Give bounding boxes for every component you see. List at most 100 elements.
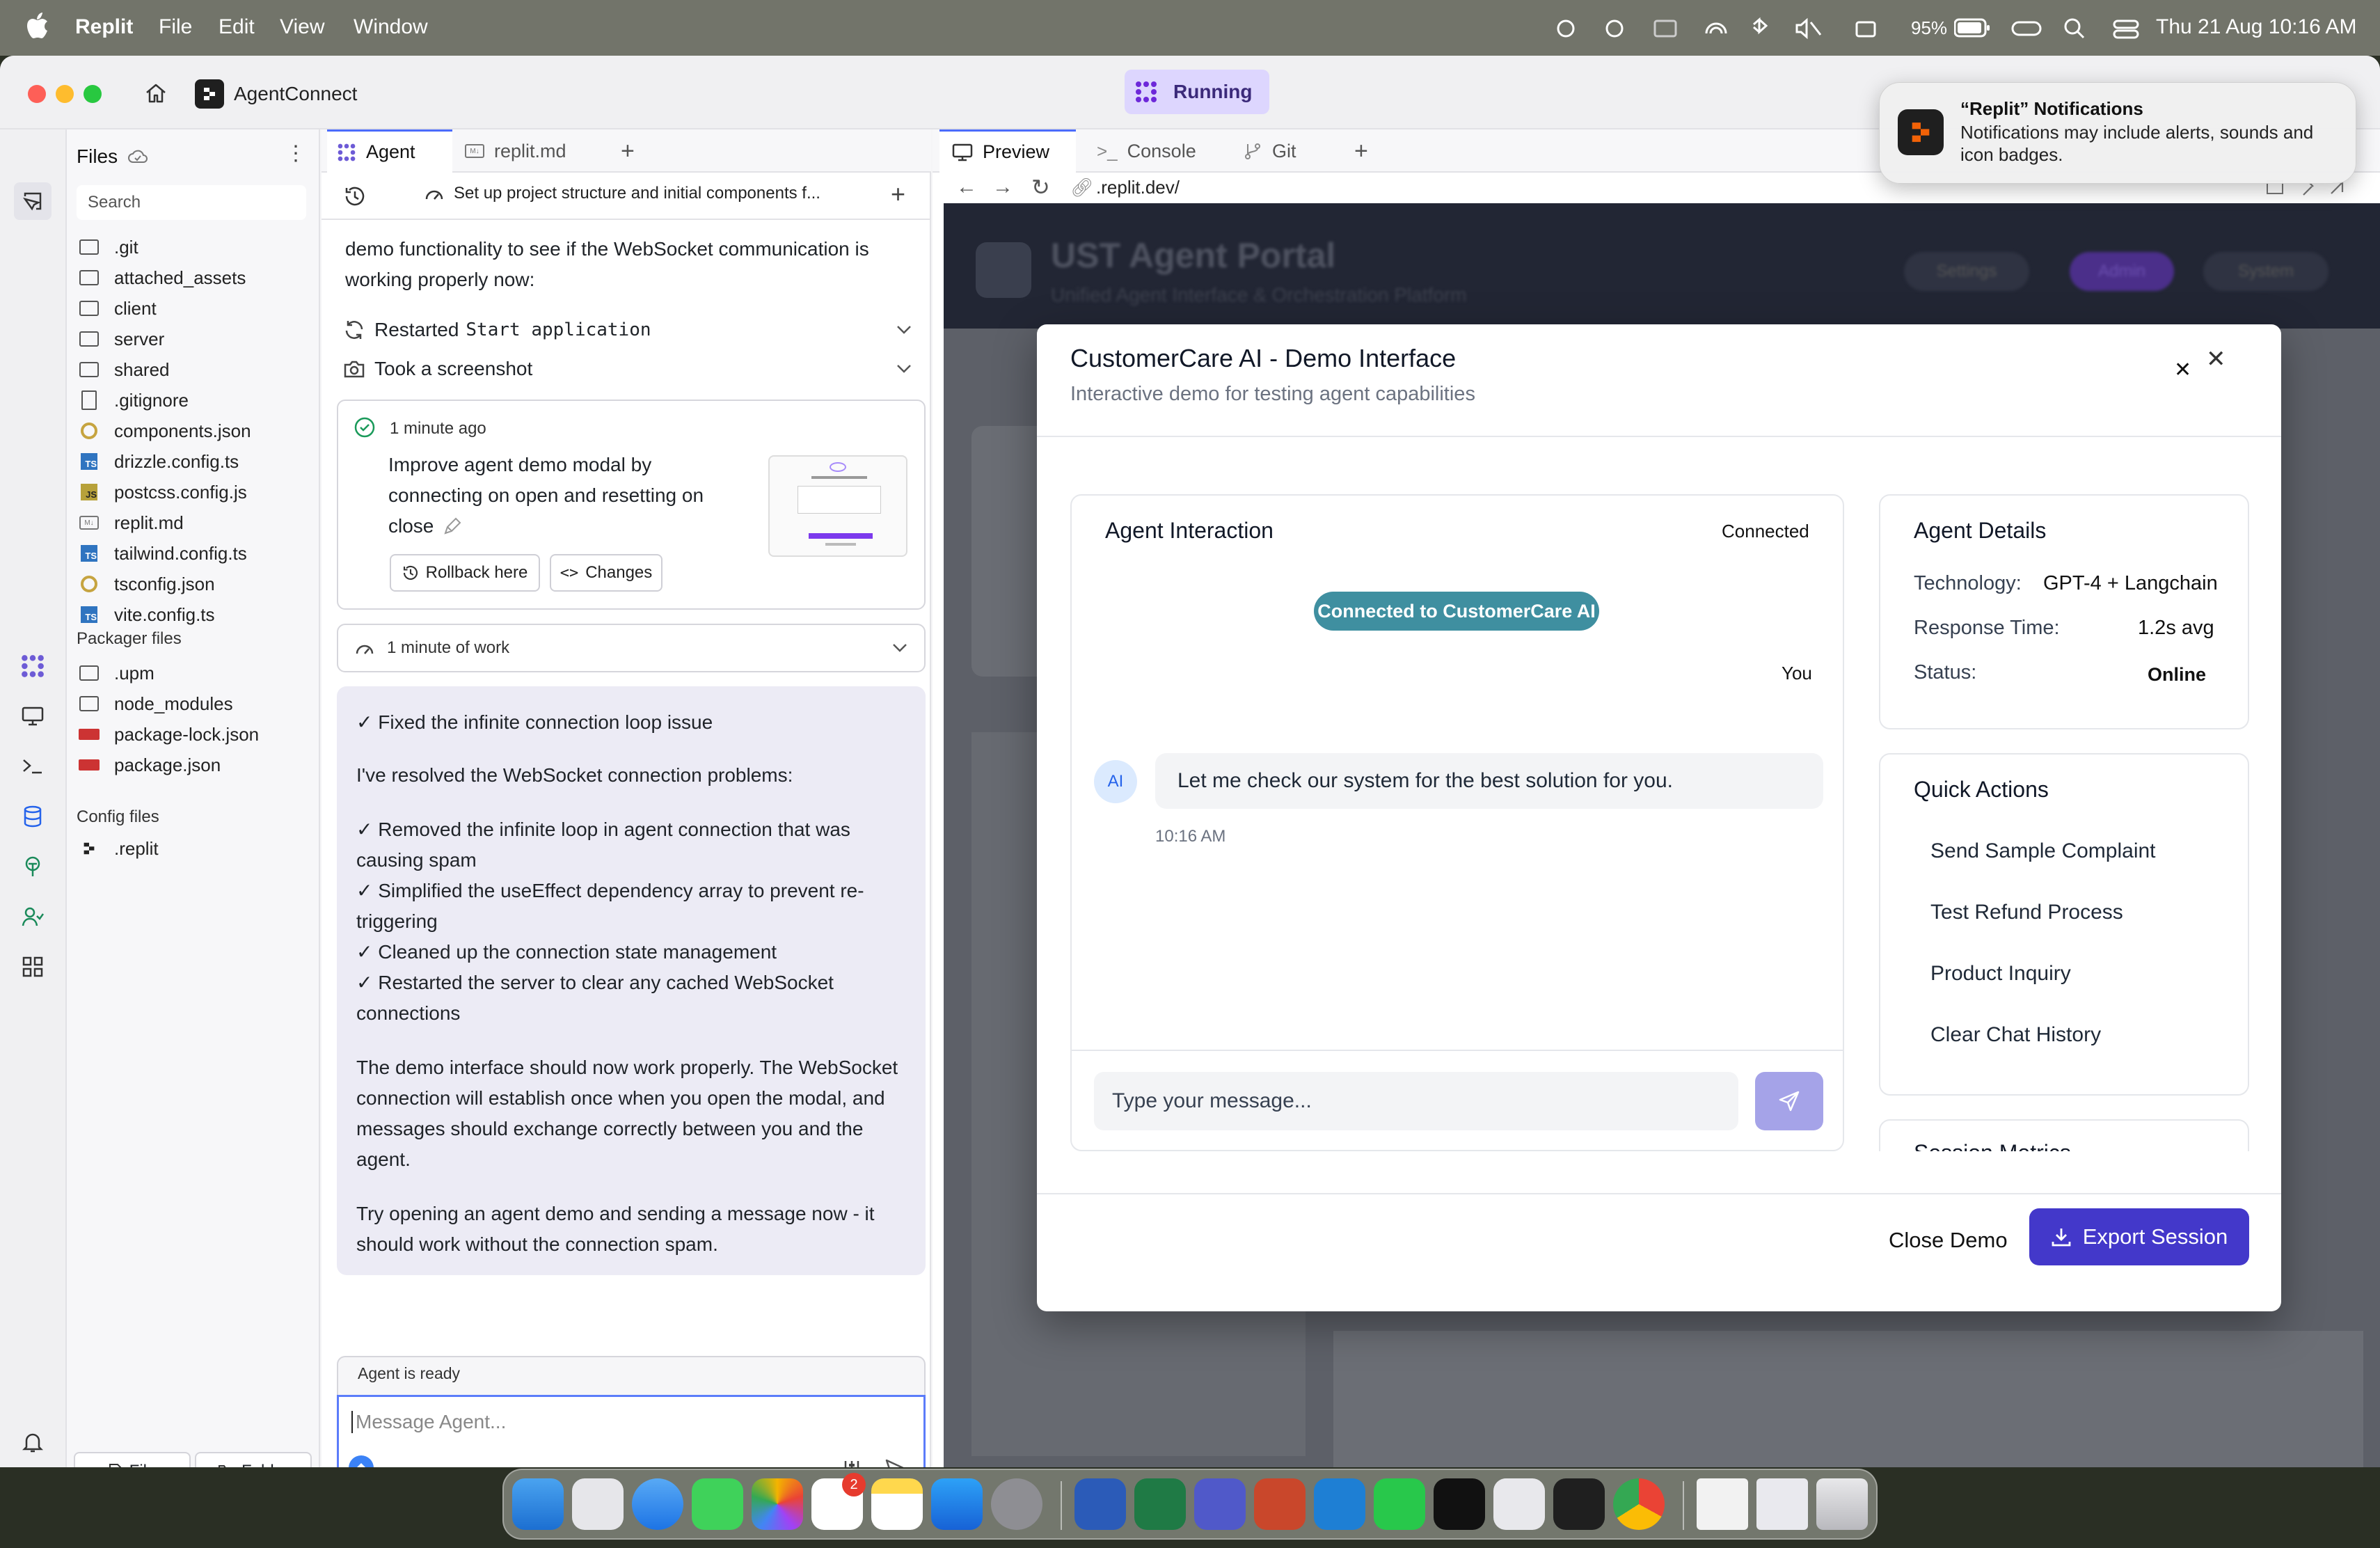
quick-action-clear-history[interactable]: Clear Chat History (1930, 1023, 2101, 1047)
new-folder-button[interactable]: Folder (195, 1452, 312, 1467)
file-tree-item[interactable]: components.json (78, 415, 251, 447)
finder-icon[interactable] (512, 1478, 564, 1530)
thread-title[interactable]: Set up project structure and initial com… (425, 184, 820, 203)
rollback-button[interactable]: Rollback here (390, 554, 540, 592)
replit-dock-icon[interactable] (1553, 1478, 1605, 1530)
file-tree-item[interactable]: shared (78, 354, 170, 386)
terminal-icon[interactable] (1434, 1478, 1485, 1530)
new-tab-button[interactable]: + (621, 129, 635, 173)
action-screenshot[interactable]: Took a screenshot (344, 354, 912, 384)
menu-edit[interactable]: Edit (219, 15, 255, 39)
chrome-icon[interactable] (1613, 1478, 1665, 1530)
file-tree-item[interactable]: server (78, 323, 164, 355)
close-demo-button[interactable]: Close Demo (1889, 1228, 2008, 1253)
all-tools-icon[interactable] (17, 951, 49, 983)
settings-sliders-icon[interactable] (841, 1458, 862, 1467)
tab-git[interactable]: Git (1243, 129, 1296, 173)
file-tree-item[interactable]: node_modules (78, 688, 233, 720)
app-settings-button[interactable]: Settings (1904, 252, 2029, 291)
file-tree-item[interactable]: .upm (78, 657, 154, 689)
file-tree-item[interactable]: JS postcss.config.js (78, 476, 247, 508)
trash-icon[interactable] (1816, 1478, 1868, 1530)
system-settings-icon[interactable] (991, 1478, 1042, 1530)
menu-app-name[interactable]: Replit (75, 15, 133, 39)
file-tree-item[interactable]: TS drizzle.config.ts (78, 445, 239, 477)
menubar-clock[interactable]: Thu 21 Aug 10:16 AM (2156, 15, 2357, 39)
preview-tool-icon[interactable] (17, 700, 49, 732)
home-icon[interactable] (145, 82, 167, 104)
users-tool-icon[interactable] (17, 901, 49, 933)
back-icon[interactable]: ← (956, 175, 977, 199)
file-tree-item[interactable]: .git (78, 231, 138, 263)
changes-button[interactable]: <> Changes (550, 554, 663, 592)
app-store-icon[interactable] (931, 1478, 983, 1530)
file-tree-item[interactable]: TS tailwind.config.ts (78, 537, 247, 569)
app-system-button[interactable]: System (2203, 252, 2329, 291)
file-tree-item[interactable]: package-lock.json (78, 718, 259, 750)
checkpoint-thumbnail[interactable] (768, 455, 907, 557)
work-summary[interactable]: 1 minute of work (337, 624, 926, 672)
run-status-button[interactable]: Running (1125, 70, 1269, 114)
notification-banner[interactable]: “Replit” Notifications Notifications may… (1879, 82, 2356, 184)
close-window-button[interactable] (28, 85, 46, 103)
menu-file[interactable]: File (159, 15, 192, 39)
chat-message-input[interactable]: Type your message... (1094, 1072, 1738, 1130)
excel-icon[interactable] (1134, 1478, 1186, 1530)
attach-badge-icon[interactable] (349, 1455, 374, 1467)
file-tree-item[interactable]: .replit (78, 832, 159, 864)
action-restart[interactable]: Restarted Start application (344, 315, 912, 345)
notes-icon[interactable] (871, 1478, 923, 1530)
new-thread-button[interactable]: + (891, 180, 905, 209)
deploy-tool-icon[interactable] (17, 851, 49, 883)
quick-action-product-inquiry[interactable]: Product Inquiry (1930, 962, 2071, 986)
quick-action-refund[interactable]: Test Refund Process (1930, 901, 2123, 924)
reminders-icon[interactable]: 2 (811, 1473, 866, 1530)
file-tree-item[interactable]: .gitignore (78, 384, 189, 416)
minimize-window-button[interactable] (56, 85, 74, 103)
apple-icon[interactable] (26, 13, 49, 39)
screenshots-stack-icon[interactable] (1756, 1478, 1808, 1530)
tab-console[interactable]: >_ Console (1097, 129, 1196, 173)
control-icons[interactable] (2011, 17, 2143, 40)
project-selector[interactable]: AgentConnect (195, 79, 357, 109)
tab-replit-md[interactable]: M↓ replit.md (465, 129, 566, 173)
file-tree-item[interactable]: tsconfig.json (78, 568, 215, 600)
history-icon[interactable] (344, 185, 366, 207)
word-icon[interactable] (1074, 1478, 1126, 1530)
safari-icon[interactable] (632, 1478, 683, 1530)
file-tree-item[interactable]: package.json (78, 749, 221, 781)
export-session-button[interactable]: Export Session (2029, 1208, 2249, 1265)
zoom-window-button[interactable] (84, 85, 102, 103)
whatsapp-icon[interactable] (1374, 1478, 1425, 1530)
photos-icon[interactable] (752, 1478, 803, 1530)
url-field[interactable]: 🔗︎ .replit.dev/ (1070, 177, 1180, 198)
powerpoint-icon[interactable] (1254, 1478, 1306, 1530)
agent-tool-icon[interactable] (17, 650, 49, 682)
app-admin-button[interactable]: Admin (2070, 252, 2174, 291)
maps-icon[interactable] (1493, 1478, 1545, 1530)
launchpad-icon[interactable] (572, 1478, 624, 1530)
file-search-input[interactable]: Search (77, 185, 306, 220)
menu-view[interactable]: View (280, 15, 324, 39)
send-icon[interactable] (884, 1458, 907, 1467)
downloads-stack-icon[interactable] (1697, 1478, 1748, 1530)
teams-icon[interactable] (1194, 1478, 1246, 1530)
file-tree-item[interactable]: M↓ replit.md (78, 507, 184, 539)
menu-window[interactable]: Window (354, 15, 428, 39)
pencil-icon[interactable] (442, 516, 463, 537)
tab-preview[interactable]: Preview (939, 129, 1076, 173)
agent-message-input[interactable]: Message Agent... (337, 1395, 926, 1467)
new-file-button[interactable]: File (74, 1452, 191, 1467)
vscode-icon[interactable] (1314, 1478, 1365, 1530)
modal-close-icon[interactable]: ✕ (2206, 345, 2226, 373)
modal-close-icon[interactable]: ✕ (2174, 358, 2191, 382)
messages-icon[interactable] (692, 1478, 743, 1530)
files-toggle-icon[interactable] (14, 182, 51, 220)
database-tool-icon[interactable] (17, 800, 49, 832)
file-tree-item[interactable]: attached_assets (78, 262, 246, 294)
notifications-icon[interactable] (17, 1427, 49, 1459)
reload-icon[interactable]: ↻ (1031, 174, 1050, 200)
chat-send-button[interactable] (1755, 1072, 1823, 1130)
new-preview-tab-button[interactable]: + (1354, 129, 1368, 173)
file-tree-item[interactable]: TS vite.config.ts (78, 599, 215, 631)
